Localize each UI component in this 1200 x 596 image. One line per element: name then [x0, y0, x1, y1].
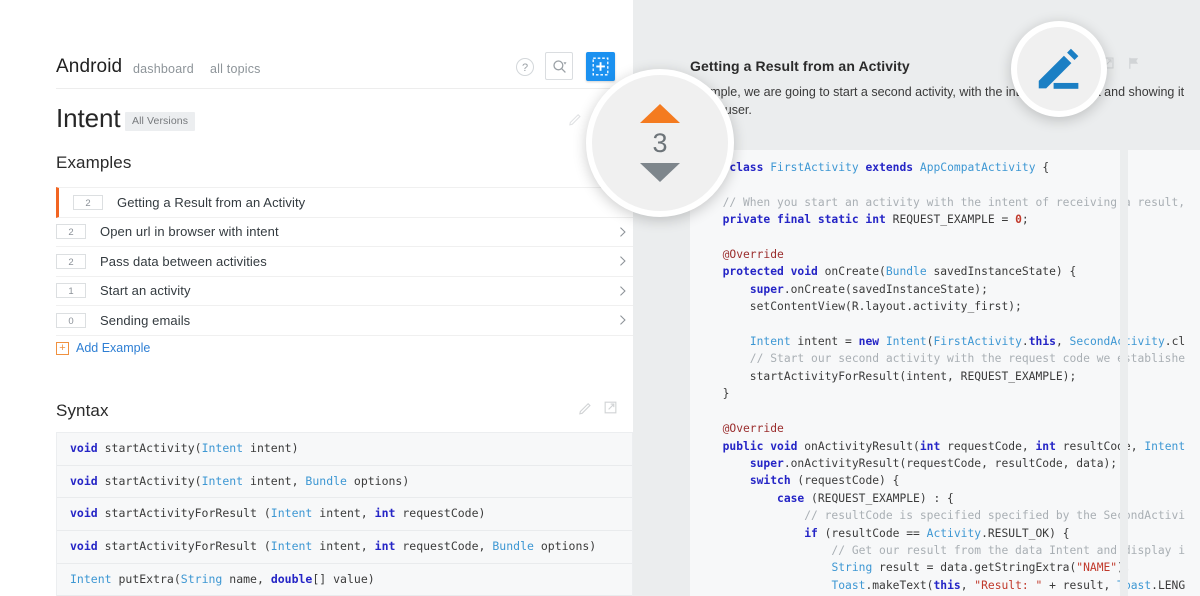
search-icon [553, 60, 567, 73]
vote-count: 3 [652, 128, 668, 158]
example-title: Sending emails [100, 312, 191, 328]
plus-icon: + [56, 341, 69, 355]
example-count-badge: 2 [56, 224, 86, 240]
example-count-badge: 1 [56, 283, 86, 299]
example-count-badge: 0 [56, 312, 86, 328]
syntax-line: void startActivity(Intent intent) [57, 433, 632, 466]
pencil-edit-icon[interactable] [1032, 42, 1086, 96]
app-root: Android dashboard all topics ? Intent Al… [0, 0, 1200, 596]
syntax-line: Intent putExtra(String name, double[] va… [57, 564, 632, 596]
detail-body-text: example, we are going to start a second … [690, 85, 1185, 117]
chevron-right-icon [620, 256, 626, 267]
new-document-button[interactable] [586, 52, 615, 81]
edit-icon[interactable] [578, 400, 593, 415]
nav-dashboard[interactable]: dashboard [133, 62, 194, 76]
example-count-badge: 2 [73, 194, 103, 210]
edit-magnifier [1011, 21, 1107, 117]
detail-panel: Getting a Result from an Activity exampl… [633, 0, 1200, 596]
example-count-badge: 2 [56, 253, 86, 269]
syntax-heading: Syntax [56, 401, 109, 420]
add-example-label: Add Example [76, 341, 151, 355]
example-title: Start an activity [100, 283, 191, 299]
example-title: Pass data between activities [100, 253, 267, 269]
example-row[interactable]: 1 Start an activity [56, 277, 633, 306]
add-example-button[interactable]: + Add Example [56, 341, 150, 355]
new-document-icon [592, 57, 609, 76]
examples-list: 2 Getting a Result from an Activity 2 Open … [56, 187, 633, 336]
chevron-right-icon [620, 226, 626, 237]
example-title: Open url in browser with intent [100, 224, 279, 240]
example-title: Getting a Result from an Activity [117, 194, 306, 210]
detail-title: Getting a Result from an Activity [690, 58, 910, 74]
example-row[interactable]: 2 Pass data between activities [56, 247, 633, 277]
left-panel: Android dashboard all topics ? Intent Al… [0, 0, 633, 596]
chevron-right-icon [620, 285, 626, 296]
syntax-line: void startActivityForResult (Intent inte… [57, 498, 632, 532]
nav-all-topics[interactable]: all topics [210, 62, 261, 76]
version-badge: All Versions [125, 112, 196, 131]
open-external-icon[interactable] [603, 400, 618, 415]
syntax-code-block: void startActivity(Intent intent) void st… [56, 432, 633, 596]
syntax-line: void startActivityForResult (Intent inte… [57, 531, 632, 564]
code-right-gutter [1120, 150, 1128, 596]
example-row[interactable]: 2 Getting a Result from an Activity [56, 187, 633, 218]
brand-title: Android [56, 56, 123, 77]
syntax-line: void startActivity(Intent intent, Bundle… [57, 466, 632, 499]
vote-down-arrow-icon[interactable] [640, 163, 680, 182]
help-icon[interactable]: ? [516, 58, 534, 76]
edit-icon[interactable] [568, 111, 583, 126]
detail-actions [1101, 56, 1141, 70]
topic-title-row: Intent All Versions [56, 103, 633, 137]
flag-icon[interactable] [1127, 56, 1141, 70]
examples-heading: Examples [56, 153, 132, 172]
example-row[interactable]: 0 Sending emails [56, 306, 633, 336]
chevron-right-icon [620, 315, 626, 326]
syntax-actions [578, 400, 618, 415]
vote-magnifier: 3 [586, 69, 734, 217]
search-button[interactable] [545, 52, 573, 80]
example-row[interactable]: 2 Open url in browser with intent [56, 218, 633, 247]
header-divider [56, 88, 633, 89]
vote-up-arrow-icon[interactable] [640, 104, 680, 123]
page-title: Intent [56, 103, 121, 133]
